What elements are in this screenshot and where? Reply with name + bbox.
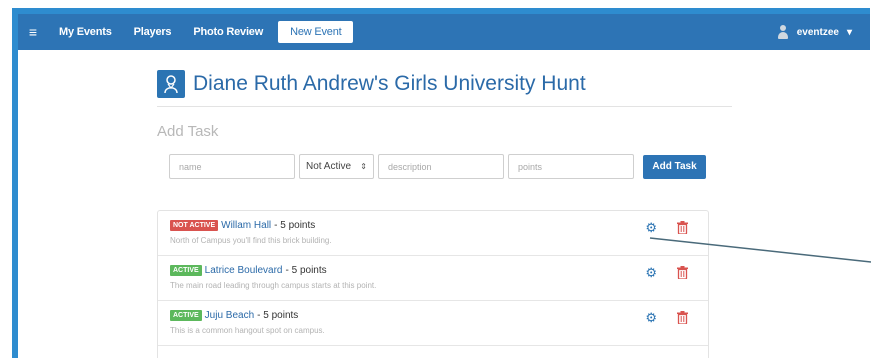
status-badge: ACTIVE — [170, 310, 202, 321]
task-points: - 5 points — [257, 310, 299, 321]
add-task-form: Not Active ⇕ Add Task — [169, 154, 732, 179]
status-select[interactable]: Not Active ⇕ — [299, 154, 374, 179]
page-title: Diane Ruth Andrew's Girls University Hun… — [193, 72, 586, 95]
gear-icon[interactable]: ⚙ — [645, 311, 657, 324]
main-content: Diane Ruth Andrew's Girls University Hun… — [157, 70, 732, 179]
user-avatar-icon — [777, 25, 789, 39]
status-badge: NOT ACTIVE — [170, 220, 219, 231]
task-description: This is a common hangout spot on campus. — [170, 326, 325, 335]
task-points: - 5 points — [274, 220, 316, 231]
task-item: ACTIVE Juju Beach - 5 points This is a c… — [158, 301, 708, 346]
nav-my-events[interactable]: My Events — [48, 26, 123, 38]
nav-new-event[interactable]: New Event — [278, 21, 354, 43]
trash-icon[interactable] — [677, 221, 688, 234]
nav-players[interactable]: Players — [123, 26, 183, 38]
task-item: ACTIVE Latrice Boulevard - 5 points The … — [158, 256, 708, 301]
gear-icon[interactable]: ⚙ — [645, 221, 657, 234]
task-description: North of Campus you'll find this brick b… — [170, 236, 332, 245]
event-header: Diane Ruth Andrew's Girls University Hun… — [157, 70, 732, 107]
task-description-input[interactable] — [378, 154, 504, 179]
event-logo-icon — [157, 70, 185, 98]
top-navbar: ≡ My Events Players Photo Review New Eve… — [18, 14, 870, 50]
user-name: eventzee — [796, 26, 839, 38]
task-item: NOT ACTIVE Willam Hall - 5 points North … — [158, 211, 708, 256]
task-name-link[interactable]: Latrice Boulevard — [205, 265, 283, 276]
user-menu[interactable]: eventzee ▾ — [777, 14, 852, 50]
status-select-value: Not Active — [306, 161, 352, 172]
task-name-link[interactable]: Willam Hall — [221, 220, 271, 231]
trash-icon[interactable] — [677, 266, 688, 279]
trash-icon[interactable] — [677, 311, 688, 324]
task-item-partial — [158, 346, 708, 358]
task-name-input[interactable] — [169, 154, 295, 179]
task-description: The main road leading through campus sta… — [170, 281, 377, 290]
gear-icon[interactable]: ⚙ — [645, 266, 657, 279]
task-points-input[interactable] — [508, 154, 634, 179]
nav-photo-review[interactable]: Photo Review — [182, 26, 274, 38]
add-task-button[interactable]: Add Task — [643, 154, 706, 179]
status-badge: ACTIVE — [170, 265, 202, 276]
add-task-heading: Add Task — [157, 123, 219, 140]
task-name-link[interactable]: Juju Beach — [205, 310, 254, 321]
select-arrows-icon: ⇕ — [360, 162, 367, 171]
caret-down-icon: ▾ — [846, 26, 852, 38]
task-list: NOT ACTIVE Willam Hall - 5 points North … — [157, 210, 709, 358]
hamburger-icon[interactable]: ≡ — [18, 14, 48, 50]
task-points: - 5 points — [285, 265, 327, 276]
